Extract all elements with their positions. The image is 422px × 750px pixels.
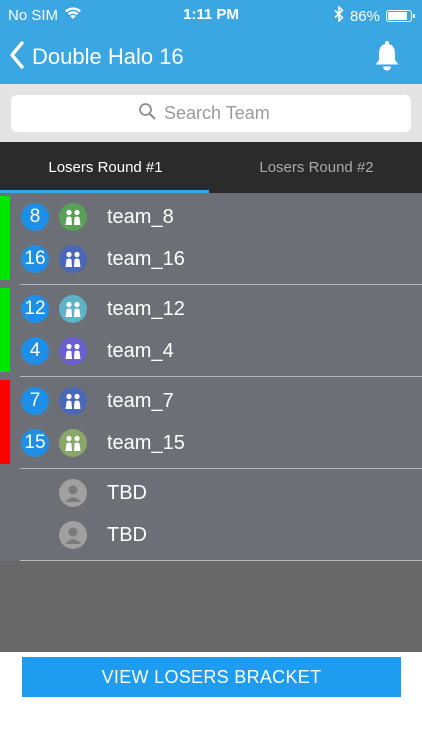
- view-losers-bracket-button[interactable]: VIEW LOSERS BRACKET: [22, 657, 401, 697]
- seed-badge: 4: [21, 337, 49, 365]
- tab-losers-round-1[interactable]: Losers Round #1: [0, 142, 211, 193]
- bottom-bar: VIEW LOSERS BRACKET: [0, 652, 422, 750]
- team-name: TBD: [107, 482, 147, 504]
- team-avatar-icon: [59, 387, 87, 415]
- seed-badge: 8: [21, 203, 49, 231]
- search-icon: [138, 102, 156, 125]
- team-row[interactable]: 12 team_12: [0, 288, 422, 330]
- team-name: team_8: [107, 206, 174, 228]
- status-bar: No SIM 1:11 PM 86%: [0, 0, 422, 30]
- match-status-indicator: [0, 288, 10, 330]
- round-tabs: Losers Round #1 Losers Round #2: [0, 142, 422, 193]
- team-name: team_7: [107, 390, 174, 412]
- nav-bar: Double Halo 16: [0, 30, 422, 84]
- battery-icon: [386, 10, 415, 22]
- bracket-area: 8 team_8 16 team_16 12 team_12 4 team_4 7 team_7 1…: [0, 193, 422, 652]
- team-row[interactable]: 4 team_4: [0, 330, 422, 372]
- seed-badge: 12: [21, 295, 49, 323]
- team-avatar-icon: [59, 337, 87, 365]
- page-title: Double Halo 16: [32, 44, 184, 69]
- tab-losers-round-2[interactable]: Losers Round #2: [211, 142, 422, 193]
- search-bar: [0, 84, 422, 142]
- team-row[interactable]: 7 team_7: [0, 380, 422, 422]
- team-name: team_12: [107, 298, 185, 320]
- app-screen: No SIM 1:11 PM 86% Double Halo 16 Search…: [0, 0, 422, 750]
- notifications-button[interactable]: [372, 40, 402, 72]
- team-row[interactable]: TBD: [0, 472, 422, 514]
- team-row[interactable]: 15 team_15: [0, 422, 422, 464]
- team-name: TBD: [107, 524, 147, 546]
- person-placeholder-icon: [59, 521, 87, 549]
- match-status-indicator: [0, 196, 10, 238]
- match-status-indicator: [0, 330, 10, 372]
- team-row[interactable]: 8 team_8: [0, 196, 422, 238]
- seed-badge: 16: [21, 245, 49, 273]
- match-divider: [20, 560, 422, 561]
- team-name: team_16: [107, 248, 185, 270]
- match-status-indicator: [0, 238, 10, 280]
- battery-percent: 86%: [349, 7, 380, 25]
- team-row[interactable]: TBD: [0, 514, 422, 556]
- team-avatar-icon: [59, 203, 87, 231]
- seed-badge: 7: [21, 387, 49, 415]
- status-right: 86%: [334, 5, 415, 26]
- team-row[interactable]: 16 team_16: [0, 238, 422, 280]
- chevron-left-icon: [8, 40, 26, 75]
- match-group: 8 team_8 16 team_16: [0, 193, 422, 285]
- match-group: 7 team_7 15 team_15: [0, 377, 422, 469]
- bluetooth-icon: [334, 5, 344, 26]
- seed-badge: 15: [21, 429, 49, 457]
- back-button[interactable]: Double Halo 16: [8, 38, 184, 76]
- match-status-indicator: [0, 422, 10, 464]
- search-input[interactable]: [164, 103, 284, 124]
- match-status-indicator: [0, 380, 10, 422]
- match-group: 12 team_12 4 team_4: [0, 285, 422, 377]
- team-name: team_4: [107, 340, 174, 362]
- team-avatar-icon: [59, 245, 87, 273]
- match-list: 8 team_8 16 team_16 12 team_12 4 team_4 7 team_7 1…: [0, 193, 422, 561]
- team-avatar-icon: [59, 295, 87, 323]
- person-placeholder-icon: [59, 479, 87, 507]
- team-avatar-icon: [59, 429, 87, 457]
- search-box[interactable]: [11, 95, 411, 132]
- bell-icon: [372, 41, 402, 76]
- battery-level: [388, 12, 407, 20]
- team-name: team_15: [107, 432, 185, 454]
- match-group: TBD TBD: [0, 469, 422, 561]
